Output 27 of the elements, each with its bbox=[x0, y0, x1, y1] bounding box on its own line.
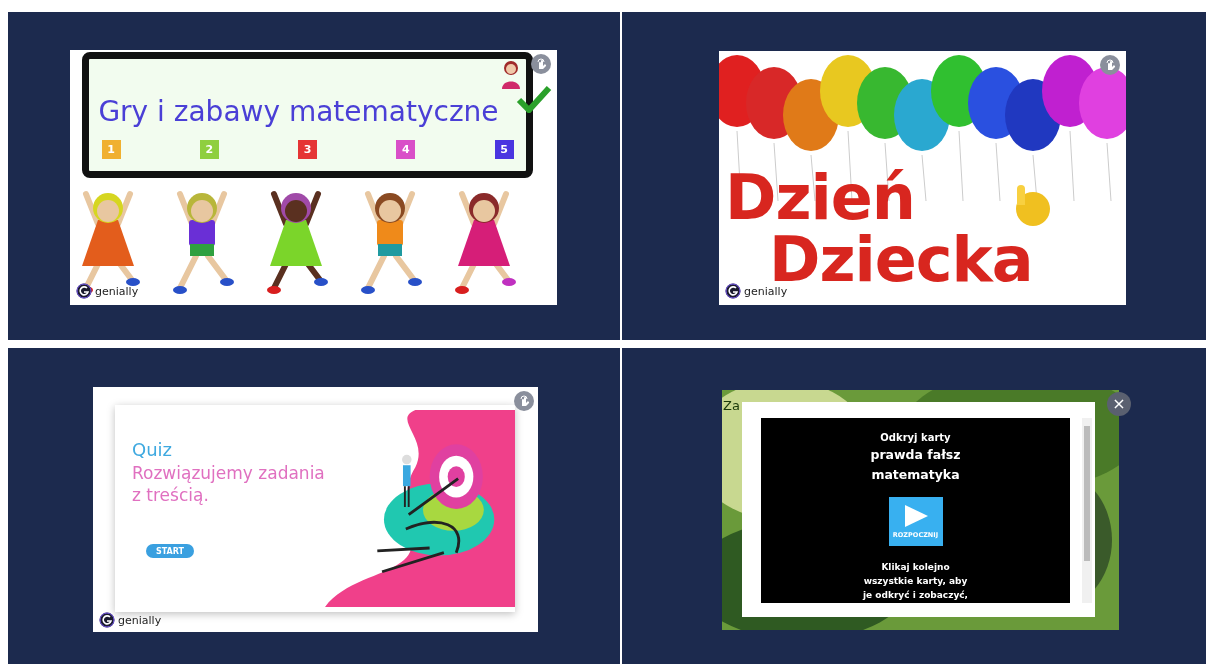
brand-name: genially bbox=[118, 613, 162, 627]
number-tile[interactable]: 5 bbox=[494, 140, 514, 159]
scrollbar[interactable] bbox=[1082, 418, 1092, 603]
brand-name: genially bbox=[95, 284, 139, 298]
slide-title: Quiz bbox=[132, 439, 173, 460]
scrollbar-thumb[interactable] bbox=[1084, 426, 1090, 561]
close-button[interactable]: × bbox=[1107, 392, 1131, 416]
slide-subtitle: Rozwiązujemy zadania z treścią. bbox=[132, 462, 325, 506]
number-tile[interactable]: 1 bbox=[101, 140, 121, 159]
number-tile[interactable]: 4 bbox=[396, 140, 416, 159]
heading-text: Odkryj karty bbox=[880, 431, 951, 445]
logo-icon bbox=[725, 283, 741, 299]
heading-text: prawda fałsz bbox=[870, 446, 961, 464]
number-tile[interactable]: 3 bbox=[298, 140, 317, 159]
avatar-figure-icon bbox=[500, 59, 522, 89]
heading-text: matematyka bbox=[871, 466, 960, 484]
logo-icon bbox=[99, 612, 115, 628]
number-tile[interactable]: 2 bbox=[199, 140, 219, 159]
checkmark-icon bbox=[516, 85, 552, 113]
touch-button[interactable] bbox=[531, 54, 551, 74]
play-icon bbox=[902, 504, 929, 528]
slide-title: Za bbox=[723, 398, 740, 413]
slide-title: Gry i zabawy matematyczne bbox=[98, 95, 499, 128]
logo-icon bbox=[76, 283, 92, 299]
slide-title: Dzień bbox=[725, 167, 915, 229]
instruction-text: Klikaj kolejno wszystkie karty, aby je odkryć i zobaczyć, bbox=[862, 561, 969, 602]
start-button[interactable]: START bbox=[146, 544, 194, 558]
